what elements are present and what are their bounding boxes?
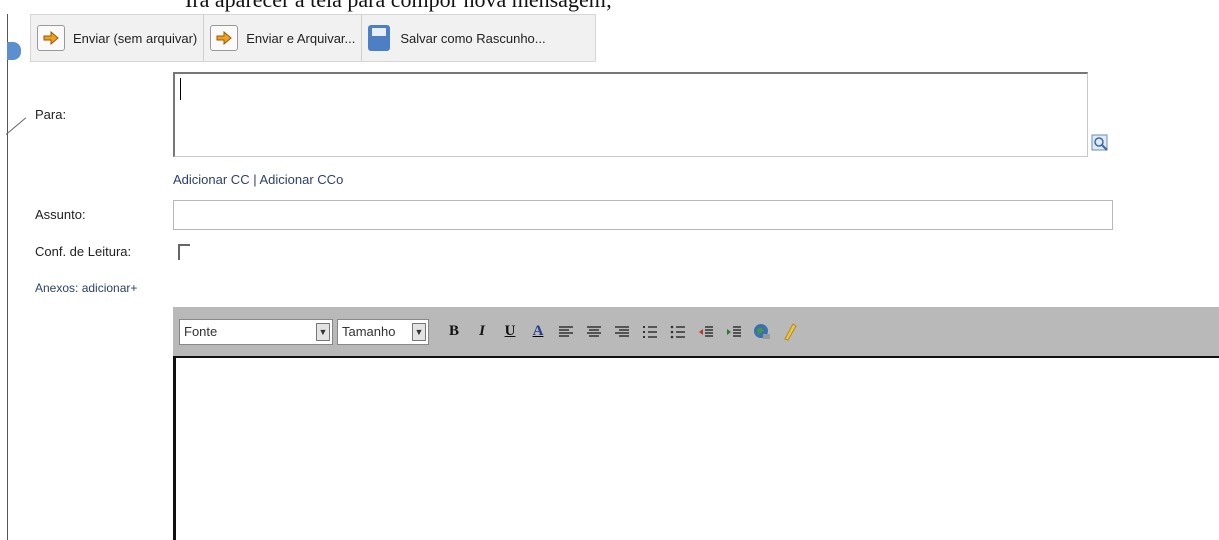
floppy-disk-icon	[368, 25, 391, 51]
align-center-icon[interactable]	[581, 319, 607, 345]
font-select[interactable]: Fonte ▼	[179, 318, 333, 345]
size-select-value: Tamanho	[342, 324, 396, 339]
to-field[interactable]	[173, 72, 1088, 157]
send-no-archive-button[interactable]: Enviar (sem arquivar)	[31, 15, 205, 61]
to-label: Para:	[35, 107, 67, 122]
chevron-down-icon: ▼	[412, 322, 426, 341]
send-arrow-icon	[210, 25, 239, 51]
chevron-down-icon: ▼	[316, 322, 330, 341]
subject-input[interactable]	[173, 200, 1113, 230]
send-arrow-icon	[37, 25, 65, 51]
message-body-editor[interactable]	[173, 356, 1219, 540]
underline-button[interactable]: U	[497, 319, 523, 345]
outdent-icon[interactable]	[693, 319, 719, 345]
save-draft-label: Salvar como Rascunho...	[400, 30, 546, 46]
subject-label: Assunto:	[35, 207, 86, 222]
align-right-icon[interactable]	[609, 319, 635, 345]
left-panel-border	[7, 14, 8, 540]
font-select-value: Fonte	[184, 324, 218, 339]
save-draft-button[interactable]: Salvar como Rascunho...	[362, 15, 551, 61]
collapse-arrow-icon[interactable]	[7, 42, 21, 60]
size-select[interactable]: Tamanho ▼	[337, 318, 429, 345]
pencil-icon[interactable]	[777, 319, 803, 345]
left-panel-divider	[5, 117, 27, 135]
left-panel-tab[interactable]	[0, 14, 30, 540]
text-caret	[180, 78, 181, 100]
unordered-list-icon[interactable]	[665, 319, 691, 345]
send-no-archive-label: Enviar (sem arquivar)	[73, 30, 198, 46]
bold-button[interactable]: B	[441, 319, 467, 345]
indent-icon[interactable]	[721, 319, 747, 345]
page-caption: Irá aparecer a tela para compor nova men…	[185, 0, 612, 12]
font-color-button[interactable]: A	[525, 319, 551, 345]
compose-toolbar: Enviar (sem arquivar) Enviar e Arquivar.…	[30, 14, 596, 62]
italic-button[interactable]: I	[469, 319, 495, 345]
ordered-list-icon[interactable]	[637, 319, 663, 345]
align-left-icon[interactable]	[553, 319, 579, 345]
add-bcc-link[interactable]: Adicionar CCo	[259, 172, 343, 187]
address-book-lookup-icon[interactable]	[1090, 132, 1114, 156]
send-and-archive-label: Enviar e Arquivar...	[246, 30, 356, 46]
attachments-add-link[interactable]: Anexos: adicionar+	[35, 281, 137, 295]
send-and-archive-button[interactable]: Enviar e Arquivar...	[204, 15, 363, 61]
editor-toolbar: Fonte ▼ Tamanho ▼ B I U A	[173, 307, 1219, 356]
read-receipt-label: Conf. de Leitura:	[35, 244, 132, 259]
read-receipt-checkbox[interactable]	[178, 244, 190, 260]
cc-separator: |	[249, 172, 260, 187]
insert-link-globe-icon[interactable]	[749, 319, 775, 345]
cc-links: Adicionar CC | Adicionar CCo	[173, 172, 343, 187]
add-cc-link[interactable]: Adicionar CC	[173, 172, 250, 187]
